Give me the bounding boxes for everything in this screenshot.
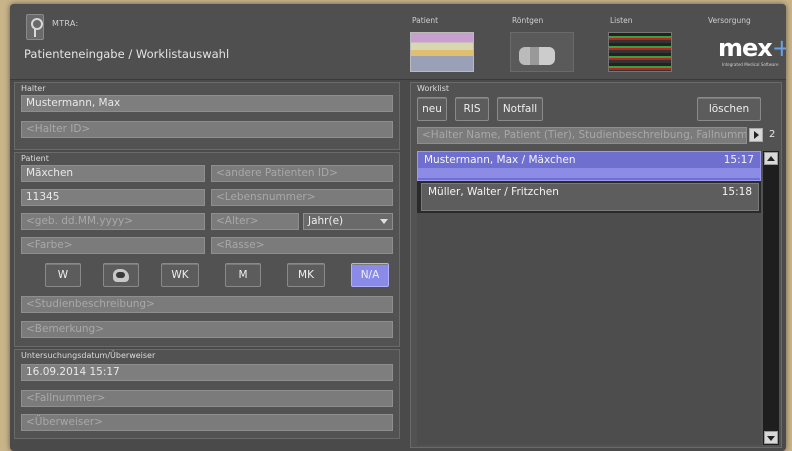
worklist-empty-area bbox=[417, 213, 761, 445]
key-icon bbox=[26, 14, 44, 40]
exam-panel: Untersuchungsdatum/Überweiser 16.09.2014… bbox=[14, 349, 400, 439]
patient-panel-title: Patient bbox=[21, 154, 49, 163]
worklist-count: 2 bbox=[769, 129, 776, 140]
exam-panel-title: Untersuchungsdatum/Überweiser bbox=[21, 351, 156, 360]
patient-name-field[interactable]: Mäxchen bbox=[21, 165, 205, 182]
new-button[interactable]: neu bbox=[417, 97, 447, 121]
tab-listen[interactable]: Listen bbox=[608, 16, 686, 76]
worklist-panel-title: Worklist bbox=[417, 84, 450, 93]
patient-panel: Patient Mäxchen <andere Patienten ID> 11… bbox=[14, 152, 400, 347]
tab-patient-label: Patient bbox=[412, 16, 439, 25]
app-name: MTRA: bbox=[52, 19, 79, 28]
list-thumbnail-icon bbox=[608, 32, 672, 72]
study-description-field[interactable]: <Studienbeschreibung> bbox=[21, 296, 393, 313]
worklist-panel: Worklist neu RIS Notfall löschen <Halter… bbox=[410, 82, 782, 448]
exam-date-field[interactable]: 16.09.2014 15:17 bbox=[21, 364, 393, 381]
scroll-up-icon[interactable] bbox=[764, 152, 778, 165]
filter-arrow-icon[interactable] bbox=[749, 128, 763, 142]
sex-button-wk[interactable]: WK bbox=[161, 263, 199, 287]
worklist-row-name: Mustermann, Max / Mäxchen bbox=[424, 154, 576, 166]
worklist-row-time: 15:17 bbox=[723, 154, 754, 166]
color-field[interactable]: <Farbe> bbox=[21, 237, 205, 254]
tab-versorgung-label: Versorgung bbox=[708, 16, 751, 25]
age-unit-value: Jahr(e) bbox=[308, 215, 344, 227]
sex-button-m[interactable]: M bbox=[225, 263, 261, 287]
scroll-down-icon[interactable] bbox=[764, 431, 778, 444]
animal-type-button[interactable] bbox=[103, 263, 139, 287]
referrer-field[interactable]: <Überweiser> bbox=[21, 414, 393, 431]
dog-icon bbox=[113, 269, 129, 282]
header-bar: MTRA: Patienteneingabe / Worklistauswahl… bbox=[10, 4, 786, 80]
worklist-row-name: Müller, Walter / Fritzchen bbox=[428, 186, 559, 198]
halter-panel-title: Halter bbox=[21, 84, 46, 93]
worklist-filter-input[interactable]: <Halter Name, Patient (Tier), Studienbes… bbox=[417, 127, 747, 144]
mex-logo-icon: mex+ bbox=[718, 34, 786, 62]
tab-patient[interactable]: Patient bbox=[410, 16, 488, 76]
tab-roentgen[interactable]: Röntgen bbox=[510, 16, 588, 76]
case-number-field[interactable]: <Fallnummer> bbox=[21, 390, 393, 407]
delete-button[interactable]: löschen bbox=[697, 97, 761, 121]
breed-field[interactable]: <Rasse> bbox=[211, 237, 393, 254]
logo-text: mex bbox=[718, 34, 773, 62]
birthdate-field[interactable]: <geb. dd.MM.yyyy> bbox=[21, 213, 205, 230]
other-patient-id-field[interactable]: <andere Patienten ID> bbox=[211, 165, 393, 182]
tab-listen-label: Listen bbox=[610, 16, 633, 25]
worklist-row-time: 15:18 bbox=[721, 186, 752, 198]
xray-thumbnail-icon bbox=[510, 32, 574, 72]
halter-panel: Halter Mustermann, Max <Halter ID> bbox=[14, 82, 400, 150]
chevron-down-icon bbox=[380, 219, 388, 224]
sex-button-mk[interactable]: MK bbox=[287, 263, 325, 287]
worklist-row[interactable]: Müller, Walter / Fritzchen 15:18 bbox=[421, 183, 759, 211]
worklist-row[interactable]: Mustermann, Max / Mäxchen 15:17 bbox=[417, 151, 761, 181]
halter-id-field[interactable]: <Halter ID> bbox=[21, 121, 393, 138]
logo-plus: + bbox=[771, 34, 786, 62]
age-unit-select[interactable]: Jahr(e) bbox=[303, 213, 393, 230]
patient-form-thumbnail-icon bbox=[410, 32, 474, 72]
page-title: Patienteneingabe / Worklistauswahl bbox=[24, 47, 230, 61]
logo-tagline: Integrated Medical Software bbox=[722, 62, 779, 67]
patient-number-field[interactable]: 11345 bbox=[21, 189, 205, 206]
sex-button-w[interactable]: W bbox=[45, 263, 81, 287]
ris-button[interactable]: RIS bbox=[455, 97, 489, 121]
halter-name-field[interactable]: Mustermann, Max bbox=[21, 95, 393, 112]
tab-roentgen-label: Röntgen bbox=[512, 16, 544, 25]
lebensnummer-field[interactable]: <Lebensnummer> bbox=[211, 189, 393, 206]
sex-button-na[interactable]: N/A bbox=[351, 263, 389, 287]
app-window: MTRA: Patienteneingabe / Worklistauswahl… bbox=[10, 4, 786, 451]
note-field[interactable]: <Bemerkung> bbox=[21, 321, 393, 338]
age-field[interactable]: <Alter> bbox=[211, 213, 299, 230]
worklist-scrollbar[interactable] bbox=[763, 151, 779, 445]
emergency-button[interactable]: Notfall bbox=[497, 97, 543, 121]
